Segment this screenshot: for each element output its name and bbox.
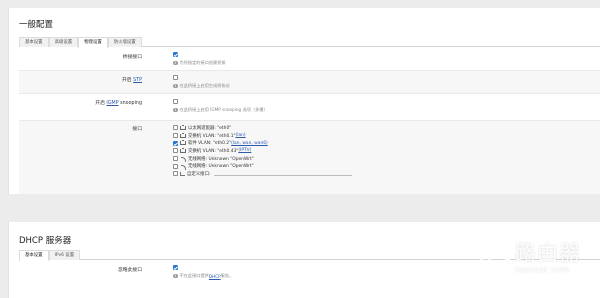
- general-config-panel: 一般配置 基本设置 高级设置 物理设置 防火墙设置 桥接接口 i 为所指定的接口…: [8, 8, 600, 194]
- row-interfaces: 接口 以太网适配器: "eth0" 交换机 VLAN: "eth0.1" (lan…: [19, 121, 600, 194]
- ignore-interface-label: 忽略此接口: [118, 268, 142, 273]
- ethernet-port-icon: [180, 140, 186, 146]
- interface-option[interactable]: 自定义接口:: [173, 170, 590, 178]
- interface-option-label: 无线网络: Unknown "OpenWrt": [188, 156, 254, 162]
- enable-igmp-label-prefix: 开启: [95, 101, 107, 106]
- interface-option[interactable]: 无线网络: Unknown "OpenWrt": [173, 155, 590, 163]
- interface-option[interactable]: 交换机 VLAN: "eth0.1" (lan): [173, 132, 590, 140]
- ignore-interface-hint-suffix: 服务。: [220, 273, 234, 278]
- tab-basic-settings[interactable]: 基本设置: [19, 37, 49, 47]
- bridge-interfaces-hint-text: 为所指定的接口创建桥接: [179, 60, 226, 65]
- bridge-interfaces-label: 桥接接口: [122, 55, 142, 60]
- interface-option-label: 以太网适配器: "eth0": [188, 125, 232, 131]
- bridge-interfaces-hint: i 为所指定的接口创建桥接: [173, 60, 590, 66]
- interface-option[interactable]: 软件 VLAN: "eth0.2" (lan, wan, wan6): [173, 139, 590, 147]
- interface-checkbox[interactable]: [173, 156, 178, 162]
- ethernet-port-icon: [180, 124, 186, 130]
- bridge-interfaces-checkbox[interactable]: [173, 52, 178, 57]
- router-logo-icon: [480, 243, 510, 273]
- row-enable-stp: 开启 STP i 在此桥接上启用生成树协议: [19, 71, 600, 94]
- section-title-dhcp: DHCP 服务器: [19, 236, 72, 246]
- tab-dhcp-basic-settings[interactable]: 基本设置: [19, 250, 49, 261]
- ethernet-port-icon: [180, 132, 186, 138]
- interfaces-value: 以太网适配器: "eth0" 交换机 VLAN: "eth0.1" (lan) 软件…: [173, 124, 590, 178]
- enable-stp-hint-text: 在此桥接上启用生成树协议: [179, 83, 230, 88]
- tab-firewall-settings[interactable]: 防火墙设置: [107, 37, 142, 47]
- interface-option-label: 软件 VLAN: "eth0.2": [188, 141, 232, 147]
- interface-checkbox[interactable]: [173, 125, 178, 131]
- enable-igmp-hint: i 在此桥接上启用 IGMP snooping 选项（多播）: [173, 107, 590, 113]
- interface-option[interactable]: 以太网适配器: "eth0": [173, 124, 590, 132]
- interface-option[interactable]: 交换机 VLAN: "eth0.43" (IPTV): [173, 147, 590, 155]
- custom-interface-icon: [180, 171, 185, 176]
- enable-igmp-label: 开启 IGMP snooping: [95, 99, 142, 106]
- row-bridge-interfaces: 桥接接口 i 为所指定的接口创建桥接: [19, 49, 600, 71]
- ethernet-port-icon: [180, 147, 186, 153]
- info-icon: i: [173, 273, 178, 279]
- interface-checkbox[interactable]: [173, 133, 178, 139]
- section-title-general: 一般配置: [19, 20, 54, 30]
- firewall-zone-link[interactable]: (lan): [236, 133, 246, 138]
- interface-checkbox[interactable]: [173, 148, 178, 154]
- interface-option-label: 交换机 VLAN: "eth0.43": [188, 148, 239, 154]
- enable-igmp-label-suffix: snooping: [118, 101, 142, 106]
- tab-physical-settings[interactable]: 物理设置: [78, 37, 108, 48]
- interface-option[interactable]: 无线网络: Unknown "OpenWrt": [173, 162, 590, 170]
- ignore-interface-checkbox[interactable]: [173, 265, 178, 270]
- info-icon: i: [173, 107, 178, 113]
- info-icon: i: [173, 83, 178, 89]
- enable-stp-label: 开启 STP: [122, 76, 142, 83]
- enable-igmp-hint-text: 在此桥接上启用 IGMP snooping 选项（多播）: [179, 107, 268, 112]
- stp-link[interactable]: STP: [133, 78, 142, 83]
- custom-interface-input[interactable]: [214, 171, 353, 177]
- wifi-icon: [180, 164, 186, 170]
- interfaces-label: 接口: [132, 127, 142, 132]
- interface-option-label: 无线网络: Unknown "OpenWrt": [188, 164, 254, 170]
- watermark-text: 路由器 luyouqi.com: [515, 241, 581, 275]
- enable-stp-checkbox[interactable]: [173, 75, 178, 80]
- wifi-icon: [180, 157, 186, 163]
- interface-option-label: 交换机 VLAN: "eth0.1": [188, 133, 236, 139]
- firewall-zone-link[interactable]: (IPTV): [238, 148, 251, 153]
- enable-igmp-value: i 在此桥接上启用 IGMP snooping 选项（多播）: [173, 99, 590, 113]
- general-tabs: 基本设置 高级设置 物理设置 防火墙设置: [19, 37, 600, 48]
- igmp-link[interactable]: IGMP: [106, 101, 118, 106]
- dhcp-link[interactable]: DHCP: [209, 274, 221, 279]
- bridge-interfaces-value: i 为所指定的接口创建桥接: [173, 52, 590, 66]
- firewall-zone-link[interactable]: (lan, wan, wan6): [231, 141, 268, 146]
- interface-checkbox[interactable]: [173, 171, 178, 177]
- interface-list: 以太网适配器: "eth0" 交换机 VLAN: "eth0.1" (lan) 软件…: [173, 124, 590, 178]
- watermark-name-en: luyouqi.com: [515, 265, 570, 274]
- watermark-logo: 路由器 luyouqi.com: [480, 232, 592, 284]
- watermark-name-cn: 路由器: [515, 241, 581, 265]
- row-enable-igmp-snooping: 开启 IGMP snooping i 在此桥接上启用 IGMP snooping…: [19, 94, 600, 121]
- interface-option-label: 自定义接口:: [187, 171, 211, 177]
- tab-advanced-settings[interactable]: 高级设置: [48, 37, 79, 47]
- enable-stp-value: i 在此桥接上启用生成树协议: [173, 75, 590, 89]
- enable-igmp-checkbox[interactable]: [173, 99, 178, 104]
- info-icon: i: [173, 60, 178, 66]
- ignore-interface-hint-prefix: 不在此接口提供: [179, 273, 209, 278]
- interface-checkbox[interactable]: [173, 140, 178, 146]
- tab-dhcp-ipv6-settings[interactable]: IPv6 设置: [48, 250, 81, 260]
- enable-stp-label-prefix: 开启: [122, 78, 134, 83]
- enable-stp-hint: i 在此桥接上启用生成树协议: [173, 83, 590, 89]
- interface-checkbox[interactable]: [173, 163, 178, 169]
